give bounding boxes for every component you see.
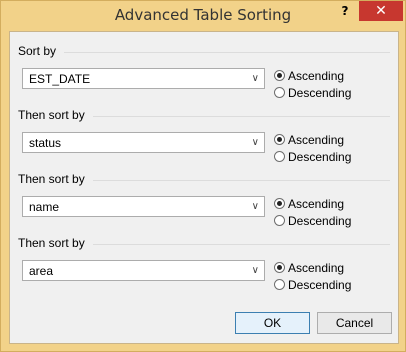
- title-bar[interactable]: Advanced Table Sorting ? ✕: [1, 1, 405, 31]
- sort-level-3: Then sort by name ∨ Ascending Descending: [18, 172, 390, 234]
- descending-label: Descending: [288, 214, 352, 228]
- descending-label: Descending: [288, 86, 352, 100]
- sort-field-value: area: [29, 264, 54, 278]
- radio-unselected-icon: [274, 215, 285, 226]
- descending-radio[interactable]: Descending: [274, 213, 384, 229]
- group-divider: [18, 52, 390, 53]
- radio-selected-icon: [274, 70, 285, 81]
- close-button[interactable]: ✕: [359, 1, 403, 21]
- sort-level-2: Then sort by status ∨ Ascending Descendi…: [18, 108, 390, 170]
- chevron-down-icon: ∨: [251, 137, 259, 148]
- ascending-label: Ascending: [288, 69, 345, 83]
- radio-unselected-icon: [274, 279, 285, 290]
- ok-button[interactable]: OK: [235, 312, 310, 334]
- sort-field-value: name: [29, 200, 60, 214]
- ascending-radio[interactable]: Ascending: [274, 68, 384, 84]
- descending-label: Descending: [288, 150, 352, 164]
- help-button[interactable]: ?: [333, 1, 357, 21]
- radio-unselected-icon: [274, 151, 285, 162]
- sort-field-dropdown[interactable]: EST_DATE ∨: [22, 68, 265, 89]
- descending-label: Descending: [288, 278, 352, 292]
- ascending-radio[interactable]: Ascending: [274, 260, 384, 276]
- sort-level-label: Then sort by: [18, 108, 93, 122]
- ascending-label: Ascending: [288, 197, 345, 211]
- dialog-body: Sort by EST_DATE ∨ Ascending Descending …: [9, 31, 399, 344]
- sort-field-value: EST_DATE: [29, 72, 91, 86]
- descending-radio[interactable]: Descending: [274, 149, 384, 165]
- ascending-label: Ascending: [288, 133, 345, 147]
- sort-field-dropdown[interactable]: status ∨: [22, 132, 265, 153]
- ascending-label: Ascending: [288, 261, 345, 275]
- sort-level-label: Then sort by: [18, 236, 93, 250]
- radio-unselected-icon: [274, 87, 285, 98]
- chevron-down-icon: ∨: [251, 265, 259, 276]
- radio-selected-icon: [274, 198, 285, 209]
- radio-selected-icon: [274, 134, 285, 145]
- cancel-button[interactable]: Cancel: [317, 312, 392, 334]
- chevron-down-icon: ∨: [251, 73, 259, 84]
- ascending-radio[interactable]: Ascending: [274, 196, 384, 212]
- dialog-window: Advanced Table Sorting ? ✕ Sort by EST_D…: [0, 0, 406, 352]
- sort-level-4: Then sort by area ∨ Ascending Descending: [18, 236, 390, 298]
- descending-radio[interactable]: Descending: [274, 277, 384, 293]
- sort-level-1: Sort by EST_DATE ∨ Ascending Descending: [18, 44, 390, 106]
- sort-level-label: Sort by: [18, 44, 65, 58]
- sort-field-dropdown[interactable]: area ∨: [22, 260, 265, 281]
- descending-radio[interactable]: Descending: [274, 85, 384, 101]
- radio-selected-icon: [274, 262, 285, 273]
- sort-level-label: Then sort by: [18, 172, 93, 186]
- sort-field-value: status: [29, 136, 62, 150]
- ascending-radio[interactable]: Ascending: [274, 132, 384, 148]
- sort-field-dropdown[interactable]: name ∨: [22, 196, 265, 217]
- chevron-down-icon: ∨: [251, 201, 259, 212]
